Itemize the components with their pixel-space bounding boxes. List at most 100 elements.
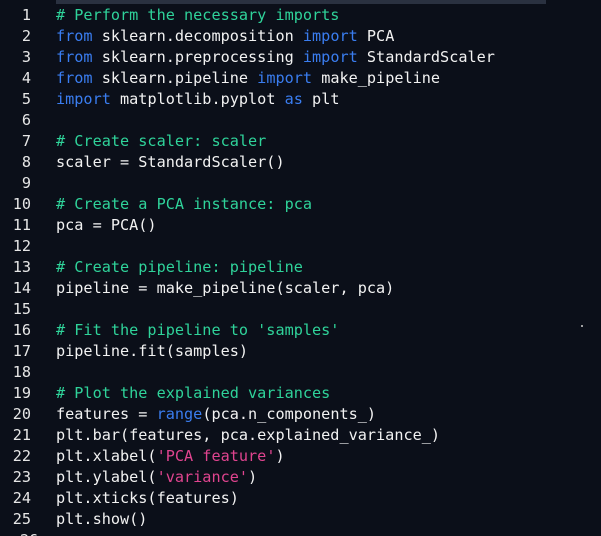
code-token-plain: plt.show() — [56, 510, 148, 528]
line-code: features = range(pca.n_components_) — [56, 404, 376, 425]
line-number: 24 — [12, 489, 31, 507]
code-line[interactable]: 3 from sklearn.preprocessing import Stand… — [0, 47, 601, 68]
line-code: # Create scaler: scaler — [56, 131, 266, 152]
code-line[interactable]: 7 # Create scaler: scaler — [0, 131, 601, 152]
code-line[interactable]: 16 # Fit the pipeline to 'samples' — [0, 320, 601, 341]
code-line[interactable]: 2 from sklearn.decomposition import PCA — [0, 26, 601, 47]
editor-top-border — [56, 0, 546, 4]
code-line[interactable]: 5 import matplotlib.pyplot as plt — [0, 89, 601, 110]
code-line[interactable]: 13 # Create pipeline: pipeline — [0, 257, 601, 278]
line-number: 18 — [12, 363, 31, 381]
code-token-plain: make_pipeline — [312, 69, 441, 87]
line-code: pipeline = make_pipeline(scaler, pca) — [56, 278, 394, 299]
code-token-plain: PCA — [357, 27, 395, 45]
code-line[interactable]: 14 pipeline = make_pipeline(scaler, pca) — [0, 278, 601, 299]
code-token-plain: pipeline = make_pipeline(scaler, pca) — [56, 279, 395, 297]
line-number: 4 — [21, 69, 31, 87]
code-token-comment: # Fit the pipeline to 'samples' — [56, 321, 340, 339]
line-number: 9 — [21, 174, 31, 192]
code-token-comment: # Perform the necessary imports — [56, 6, 340, 24]
line-number: 10 — [12, 195, 31, 213]
line-number: 11 — [12, 216, 31, 234]
code-token-keyword: as — [284, 90, 303, 108]
line-number: 8 — [21, 153, 31, 171]
code-token-string: 'variance' — [156, 468, 249, 486]
code-line[interactable]: 25 plt.show() — [0, 509, 601, 530]
code-line[interactable]: 6 — [0, 110, 601, 131]
line-number: 12 — [12, 237, 31, 255]
code-line[interactable]: 12 — [0, 236, 601, 257]
code-token-plain: scaler = StandardScaler() — [56, 153, 285, 171]
code-line[interactable]: 10 # Create a PCA instance: pca — [0, 194, 601, 215]
line-number: 17 — [12, 342, 31, 360]
code-line[interactable]: 4 from sklearn.pipeline import make_pipel… — [0, 68, 601, 89]
line-code: # Plot the explained variances — [56, 383, 330, 404]
code-token-plain: plt.bar(features, pca.explained_variance… — [56, 426, 441, 444]
line-number: 14 — [12, 279, 31, 297]
code-line[interactable]: 17 pipeline.fit(samples) — [0, 341, 601, 362]
line-number: 22 — [12, 447, 31, 465]
code-token-plain: StandardScaler — [357, 48, 495, 66]
code-line[interactable]: 19 # Plot the explained variances — [0, 383, 601, 404]
line-number-partial: 26 — [20, 531, 40, 536]
code-line[interactable]: 24 plt.xticks(features) — [0, 488, 601, 509]
code-token-comment: # Create pipeline: pipeline — [56, 258, 303, 276]
code-line[interactable]: 18 — [0, 362, 601, 383]
code-editor[interactable]: 1 # Perform the necessary imports 2 from sk… — [0, 0, 601, 536]
code-token-plain: pca = PCA() — [56, 216, 157, 234]
line-code: import matplotlib.pyplot as plt — [56, 89, 339, 110]
code-token-plain: plt.xticks(features) — [56, 489, 239, 507]
line-code: pipeline.fit(samples) — [56, 341, 248, 362]
line-code: from sklearn.pipeline import make_pipeli… — [56, 68, 440, 89]
line-number: 6 — [21, 111, 31, 129]
line-code: # Create pipeline: pipeline — [56, 257, 303, 278]
line-code: plt.show() — [56, 509, 147, 530]
line-code: plt.xlabel('PCA feature') — [56, 446, 285, 467]
code-line[interactable]: 20 features = range(pca.n_components_) — [0, 404, 601, 425]
code-token-builtin: range — [156, 405, 203, 423]
code-token-string: 'PCA feature' — [156, 447, 276, 465]
line-number: 21 — [12, 426, 31, 444]
code-token-keyword: from — [56, 69, 93, 87]
line-code: # Perform the necessary imports — [56, 5, 339, 26]
cursor-dot — [581, 325, 583, 327]
code-token-plain: pipeline.fit(samples) — [56, 342, 249, 360]
code-line[interactable]: 8 scaler = StandardScaler() — [0, 152, 601, 173]
line-code: scaler = StandardScaler() — [56, 152, 285, 173]
code-line[interactable]: 9 — [0, 173, 601, 194]
code-token-comment: # Plot the explained variances — [56, 384, 331, 402]
line-number: 2 — [21, 27, 31, 45]
code-token-keyword: import — [56, 90, 111, 108]
code-line[interactable]: 11 pca = PCA() — [0, 215, 601, 236]
code-lines: 1 # Perform the necessary imports 2 from sk… — [0, 5, 601, 530]
line-code: plt.ylabel('variance') — [56, 467, 257, 488]
line-number: 7 — [21, 132, 31, 150]
code-token-keyword: import — [257, 69, 313, 87]
code-line[interactable]: 21 plt.bar(features, pca.explained_varian… — [0, 425, 601, 446]
code-token-plain: plt — [302, 90, 340, 108]
line-number: 13 — [12, 258, 31, 276]
code-token-plain: ) — [248, 468, 258, 486]
line-number: 20 — [12, 405, 31, 423]
code-line[interactable]: 15 — [0, 299, 601, 320]
line-code: plt.xticks(features) — [56, 488, 239, 509]
line-number: 5 — [21, 90, 31, 108]
code-token-plain: features = — [56, 405, 157, 423]
line-number: 19 — [12, 384, 31, 402]
code-token-plain: sklearn.preprocessing — [92, 48, 303, 66]
line-code: pca = PCA() — [56, 215, 157, 236]
code-token-plain: sklearn.decomposition — [92, 27, 303, 45]
code-token-keyword: from — [56, 48, 93, 66]
code-line[interactable]: 1 # Perform the necessary imports — [0, 5, 601, 26]
code-token-plain: sklearn.pipeline — [92, 69, 258, 87]
line-number: 25 — [12, 510, 31, 528]
code-token-keyword: import — [302, 27, 358, 45]
code-token-comment: # Create scaler: scaler — [56, 132, 267, 150]
line-number: 3 — [21, 48, 31, 66]
line-code: plt.bar(features, pca.explained_variance… — [56, 425, 440, 446]
code-token-plain: matplotlib.pyplot — [110, 90, 285, 108]
code-line[interactable]: 23 plt.ylabel('variance') — [0, 467, 601, 488]
line-number: 15 — [12, 300, 31, 318]
line-number: 16 — [12, 321, 31, 339]
code-line[interactable]: 22 plt.xlabel('PCA feature') — [0, 446, 601, 467]
